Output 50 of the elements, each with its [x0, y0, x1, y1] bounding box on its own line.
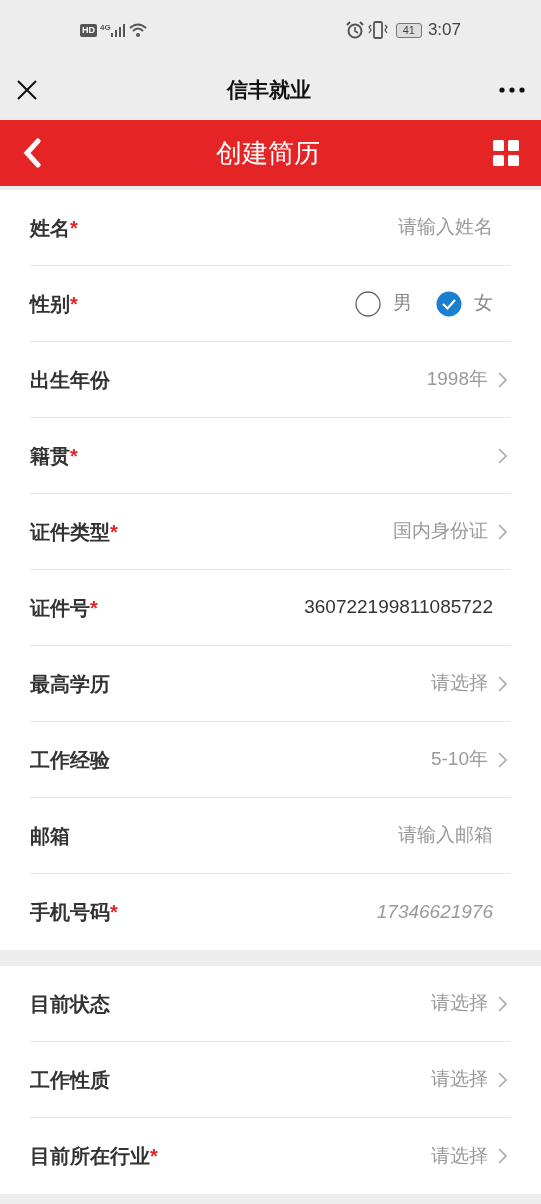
- field-label: 目前所在行业*: [30, 1144, 158, 1169]
- field-label: 证件号*: [30, 595, 98, 621]
- radio-checked-icon: [436, 290, 462, 317]
- hd-icon: HD: [80, 23, 97, 37]
- field-label: 最高学历: [30, 671, 110, 697]
- text-field[interactable]: 360722199811085722: [233, 593, 493, 622]
- chevron-right-icon: [498, 751, 507, 768]
- text-field[interactable]: 请输入姓名: [233, 213, 493, 242]
- grid-icon[interactable]: [493, 140, 519, 166]
- clock-time: 3:07: [427, 19, 461, 42]
- select-field[interactable]: 国内身份证: [393, 517, 507, 546]
- chevron-right-icon: [498, 995, 507, 1012]
- wifi-icon: [128, 23, 147, 37]
- field-label: 目前状态: [30, 991, 110, 1017]
- select-field[interactable]: 5-10年: [430, 745, 507, 774]
- chevron-right-icon: [498, 1148, 507, 1164]
- chevron-right-icon: [498, 1071, 507, 1088]
- chevron-right-icon: [498, 675, 507, 692]
- chevron-right-icon: [498, 371, 507, 388]
- field-label: 工作经验: [30, 747, 110, 773]
- vibrate-icon: [367, 21, 388, 39]
- close-icon[interactable]: [16, 79, 38, 101]
- select-field[interactable]: 1998年: [426, 365, 507, 394]
- phone-value: 17346621976: [376, 899, 493, 924]
- back-icon[interactable]: [22, 138, 42, 168]
- signal-icon: [110, 23, 125, 37]
- field-label: 籍贯*: [30, 443, 78, 469]
- select-field[interactable]: 请选择: [431, 1065, 507, 1094]
- radio-option[interactable]: 男: [355, 289, 412, 318]
- more-icon[interactable]: [499, 87, 525, 93]
- field-label: 邮箱: [30, 823, 70, 849]
- field-label: 性别*: [30, 291, 78, 317]
- select-field[interactable]: 请选择: [431, 669, 507, 698]
- radio-unchecked-icon: [355, 290, 381, 317]
- field-label: 姓名*: [30, 215, 78, 241]
- app-title: 信丰就业: [225, 77, 312, 104]
- network-label: 4G: [100, 22, 111, 34]
- field-label: 证件类型*: [30, 519, 118, 545]
- field-label: 工作性质: [30, 1067, 110, 1093]
- page-title: 创建简历: [214, 136, 321, 170]
- radio-option[interactable]: 女: [436, 289, 493, 318]
- field-label: 手机号码*: [30, 900, 118, 925]
- text-field[interactable]: 请输入邮箱: [233, 821, 493, 850]
- chevron-right-icon: [498, 447, 507, 464]
- select-field[interactable]: 请选择: [431, 1141, 507, 1171]
- battery-icon: 41: [395, 22, 422, 38]
- field-label: 出生年份: [30, 367, 110, 393]
- chevron-right-icon: [498, 523, 507, 540]
- select-field[interactable]: 请选择: [431, 989, 507, 1018]
- alarm-icon: [345, 21, 364, 39]
